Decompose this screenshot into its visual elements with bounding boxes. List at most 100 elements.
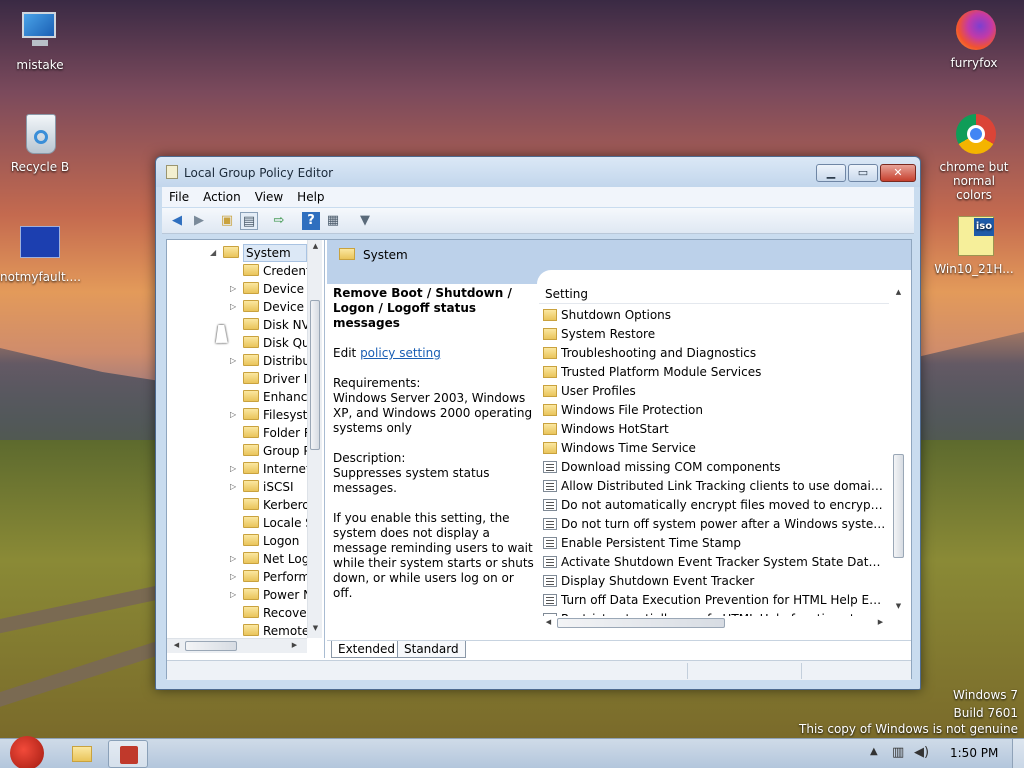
- scroll-down-arrow-icon[interactable]: ▼: [891, 602, 906, 610]
- tree-item[interactable]: Driver Ir: [167, 370, 307, 388]
- help-icon[interactable]: ?: [302, 212, 320, 230]
- tree-item[interactable]: Disk Qu: [167, 334, 307, 352]
- list-item-folder[interactable]: System Restore: [539, 325, 889, 344]
- expand-arrow-icon[interactable]: ▷: [230, 550, 238, 568]
- minimize-button[interactable]: ▁: [816, 164, 846, 182]
- list-horizontal-scrollbar[interactable]: ◀ ▶: [539, 616, 891, 631]
- desktop-icon-notmyfault[interactable]: notmyfault....: [0, 222, 81, 284]
- tree-horizontal-scrollbar[interactable]: ◀ ▶: [167, 638, 307, 653]
- tree-item[interactable]: ▷ Internet: [167, 460, 307, 478]
- network-icon[interactable]: ▥: [892, 745, 904, 760]
- taskbar-clock[interactable]: 1:50 PM: [950, 746, 998, 760]
- taskbar-explorer[interactable]: [64, 740, 100, 768]
- filter-icon[interactable]: ▼: [356, 212, 374, 230]
- tree-item[interactable]: Folder R: [167, 424, 307, 442]
- tree-item[interactable]: ▷ iSCSI: [167, 478, 307, 496]
- scrollbar-thumb[interactable]: [893, 454, 904, 558]
- scroll-up-arrow-icon[interactable]: ▲: [891, 288, 906, 296]
- maximize-button[interactable]: ▭: [848, 164, 878, 182]
- desktop-icon-recycle-bin[interactable]: Recycle B: [0, 112, 80, 174]
- desktop-icon-iso[interactable]: iso Win10_21H...: [934, 214, 1014, 276]
- expand-arrow-icon[interactable]: ▷: [230, 406, 238, 424]
- tree-item[interactable]: ▷ Perform: [167, 568, 307, 586]
- tree-item[interactable]: Credenti: [167, 262, 307, 280]
- expand-arrow-icon[interactable]: ▷: [230, 280, 238, 298]
- menu-view[interactable]: View: [248, 187, 290, 207]
- list-item-setting[interactable]: Download missing COM components: [539, 458, 889, 477]
- back-icon[interactable]: ◀: [168, 212, 186, 230]
- scroll-up-arrow-icon[interactable]: ▲: [308, 242, 323, 250]
- menu-file[interactable]: File: [162, 187, 196, 207]
- close-button[interactable]: ✕: [880, 164, 916, 182]
- list-item-setting[interactable]: Do not automatically encrypt files moved…: [539, 496, 889, 515]
- tree-item[interactable]: ▷ Power N: [167, 586, 307, 604]
- tab-extended[interactable]: Extended: [331, 641, 402, 658]
- folder-icon: [243, 264, 259, 276]
- list-item-setting[interactable]: Activate Shutdown Event Tracker System S…: [539, 553, 889, 572]
- forward-icon[interactable]: ▶: [190, 212, 208, 230]
- up-folder-icon[interactable]: ▣: [218, 212, 236, 230]
- taskbar-group-policy-editor[interactable]: [108, 740, 148, 768]
- tree-item[interactable]: ▷ Device I: [167, 280, 307, 298]
- expand-arrow-icon[interactable]: ▷: [230, 460, 238, 478]
- scroll-left-arrow-icon[interactable]: ◀: [541, 618, 556, 626]
- scroll-down-arrow-icon[interactable]: ▼: [308, 624, 323, 632]
- tree-item[interactable]: ▷ Filesyste: [167, 406, 307, 424]
- desktop-icon-furryfox[interactable]: furryfox: [934, 8, 1014, 70]
- list-item-folder[interactable]: Windows File Protection: [539, 401, 889, 420]
- export-list-icon[interactable]: ⇨: [270, 212, 288, 230]
- tree-item[interactable]: ▷ Distribu: [167, 352, 307, 370]
- title-bar[interactable]: Local Group Policy Editor ▁ ▭ ✕: [156, 157, 920, 187]
- scrollbar-thumb[interactable]: [557, 618, 725, 628]
- scrollbar-thumb[interactable]: [185, 641, 237, 651]
- expand-arrow-icon[interactable]: ▷: [230, 298, 238, 316]
- expand-arrow-icon[interactable]: ▷: [230, 568, 238, 586]
- tree-item[interactable]: Logon: [167, 532, 307, 550]
- list-item-setting[interactable]: Allow Distributed Link Tracking clients …: [539, 477, 889, 496]
- desktop-icon-chrome[interactable]: chrome but normal colors: [934, 112, 1014, 202]
- scrollbar-thumb[interactable]: [310, 300, 320, 450]
- menu-action[interactable]: Action: [196, 187, 248, 207]
- show-hide-tree-icon[interactable]: ▤: [240, 212, 258, 230]
- tree-item[interactable]: Enhanc: [167, 388, 307, 406]
- list-item-folder[interactable]: Windows HotStart: [539, 420, 889, 439]
- list-item-folder[interactable]: Shutdown Options: [539, 306, 889, 325]
- collapse-arrow-icon[interactable]: ◢: [210, 244, 218, 262]
- tree-item-system[interactable]: ◢ System: [167, 244, 307, 262]
- tree-item[interactable]: Recover: [167, 604, 307, 622]
- scroll-left-arrow-icon[interactable]: ◀: [169, 641, 184, 649]
- tree-vertical-scrollbar[interactable]: ▲ ▼: [307, 240, 322, 638]
- tree-item[interactable]: ▷ Net Log: [167, 550, 307, 568]
- tree-item[interactable]: Disk NV: [167, 316, 307, 334]
- list-item-folder[interactable]: Trusted Platform Module Services: [539, 363, 889, 382]
- list-item-folder[interactable]: Troubleshooting and Diagnostics: [539, 344, 889, 363]
- list-item-setting[interactable]: Display Shutdown Event Tracker: [539, 572, 889, 591]
- expand-arrow-icon[interactable]: ▷: [230, 586, 238, 604]
- tree-item[interactable]: Locale S: [167, 514, 307, 532]
- list-item-setting[interactable]: Do not turn off system power after a Win…: [539, 515, 889, 534]
- show-hidden-icons-icon[interactable]: ▲: [870, 746, 878, 757]
- expand-arrow-icon[interactable]: ▷: [230, 352, 238, 370]
- list-item-setting[interactable]: Turn off Data Execution Prevention for H…: [539, 591, 889, 610]
- show-desktop-button[interactable]: [1012, 739, 1024, 768]
- tree-item[interactable]: Group P: [167, 442, 307, 460]
- list-item-folder[interactable]: User Profiles: [539, 382, 889, 401]
- column-header-setting[interactable]: Setting: [539, 284, 889, 304]
- tab-standard[interactable]: Standard: [397, 641, 466, 658]
- desktop-icon-mistake[interactable]: mistake: [0, 10, 80, 72]
- properties-icon[interactable]: ▦: [324, 212, 342, 230]
- volume-icon[interactable]: ◀): [914, 745, 929, 760]
- policy-setting-icon: [543, 518, 557, 530]
- tree-item[interactable]: Kerbero: [167, 496, 307, 514]
- list-item-folder[interactable]: Windows Time Service: [539, 439, 889, 458]
- policy-setting-link[interactable]: policy setting: [360, 346, 441, 360]
- start-button[interactable]: [4, 736, 50, 768]
- scroll-right-arrow-icon[interactable]: ▶: [287, 641, 302, 649]
- menu-help[interactable]: Help: [290, 187, 331, 207]
- list-vertical-scrollbar[interactable]: ▲ ▼: [891, 284, 906, 616]
- list-item-setting[interactable]: Enable Persistent Time Stamp: [539, 534, 889, 553]
- scroll-right-arrow-icon[interactable]: ▶: [873, 618, 888, 626]
- expand-arrow-icon[interactable]: ▷: [230, 478, 238, 496]
- tree-item[interactable]: ▷ Device I: [167, 298, 307, 316]
- folder-icon: [339, 248, 355, 260]
